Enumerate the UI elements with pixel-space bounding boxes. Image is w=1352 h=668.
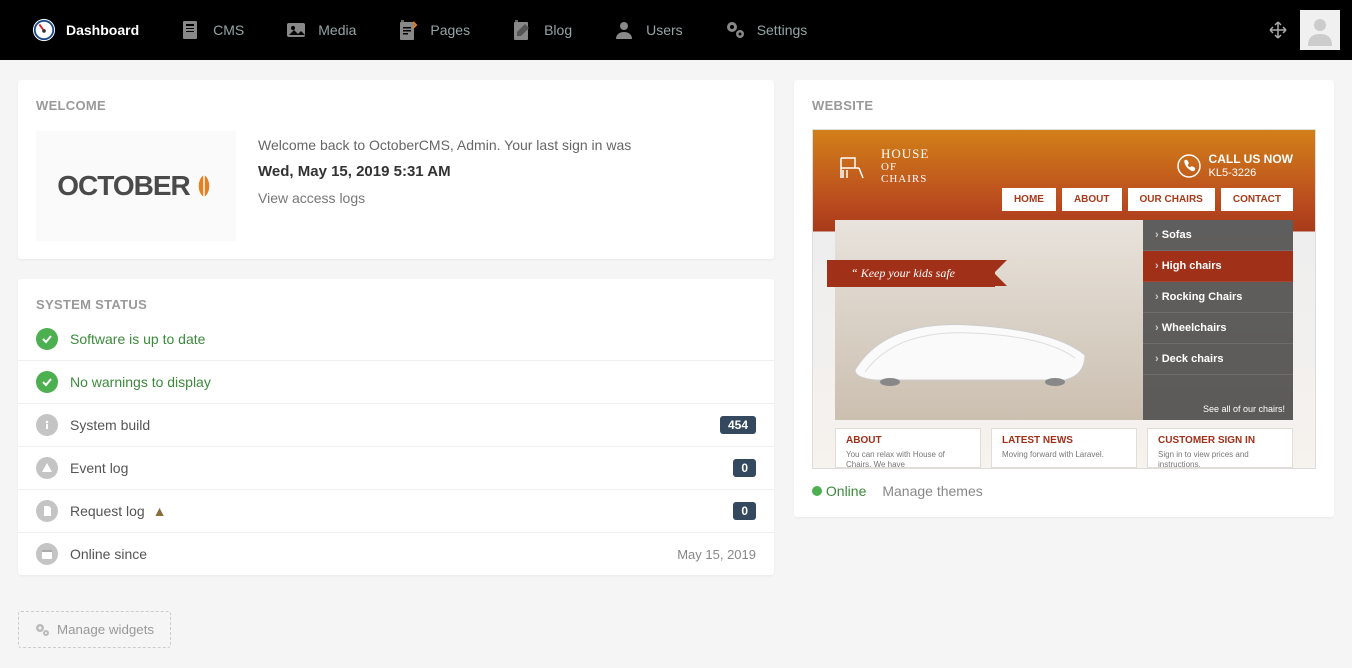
users-icon [612, 18, 636, 42]
october-logo: OCTOBER [36, 131, 236, 241]
alert-icon [36, 457, 58, 479]
status-row[interactable]: No warnings to display [18, 360, 774, 403]
calendar-icon [36, 543, 58, 565]
nav-label: Users [646, 22, 683, 38]
system-status-panel: SYSTEM STATUS Software is up to date No w… [18, 279, 774, 575]
website-preview: HOUSE OF CHAIRS CALL US NOW KL5-3226 HOM… [812, 129, 1316, 469]
nav-item-cms[interactable]: CMS [159, 0, 264, 60]
info-icon [36, 414, 58, 436]
sofa-image [845, 300, 1095, 390]
site-tab[interactable]: CONTACT [1221, 188, 1293, 211]
file-icon [36, 500, 58, 522]
status-row[interactable]: Event log 0 [18, 446, 774, 489]
footer-column: CUSTOMER SIGN IN Sign in to view prices a… [1147, 428, 1293, 468]
category-item[interactable]: Rocking Chairs [1143, 282, 1293, 313]
status-label: Software is up to date [70, 331, 756, 347]
status-label: System build [70, 417, 708, 433]
status-label: Request log ▲ [70, 503, 721, 519]
check-icon [36, 328, 58, 350]
user-avatar[interactable] [1300, 10, 1340, 50]
nav-label: Dashboard [66, 22, 139, 38]
move-icon[interactable] [1268, 20, 1288, 40]
online-status: Online [812, 483, 866, 499]
site-tab[interactable]: ABOUT [1062, 188, 1122, 211]
nav-item-settings[interactable]: Settings [703, 0, 828, 60]
left-column: WELCOME OCTOBER Welcome back to OctoberC… [18, 80, 774, 648]
phone-icon [1177, 154, 1201, 178]
system-status-title: SYSTEM STATUS [18, 279, 774, 312]
chair-icon [835, 148, 871, 184]
manage-themes-link[interactable]: Manage themes [882, 483, 982, 499]
nav-item-blog[interactable]: Blog [490, 0, 592, 60]
nav-label: Settings [757, 22, 808, 38]
leaf-icon [193, 173, 215, 199]
site-tab[interactable]: HOME [1002, 188, 1056, 211]
media-icon [284, 18, 308, 42]
view-access-logs-link[interactable]: View access logs [258, 190, 631, 206]
footer-column: LATEST NEWS Moving forward with Laravel. [991, 428, 1137, 468]
website-title: WEBSITE [794, 80, 1334, 113]
main: WELCOME OCTOBER Welcome back to OctoberC… [0, 60, 1352, 668]
nav-item-pages[interactable]: Pages [376, 0, 490, 60]
nav-item-media[interactable]: Media [264, 0, 376, 60]
logo-text: OCTOBER [57, 170, 190, 202]
status-label: No warnings to display [70, 374, 756, 390]
top-nav: Dashboard CMS Media Pages Blog [0, 0, 1352, 60]
welcome-title: WELCOME [18, 80, 774, 113]
cms-icon [179, 18, 203, 42]
col-text: Sign in to view prices and instructions. [1158, 450, 1282, 468]
nav-item-dashboard[interactable]: Dashboard [12, 0, 159, 60]
signin-date: Wed, May 15, 2019 5:31 AM [258, 163, 631, 180]
nav-right [1268, 10, 1340, 50]
nav-items: Dashboard CMS Media Pages Blog [12, 0, 1268, 60]
col-text: Moving forward with Laravel. [1002, 450, 1126, 460]
welcome-greeting: Welcome back to OctoberCMS, Admin. Your … [258, 137, 631, 153]
manage-widgets-label: Manage widgets [57, 622, 154, 637]
status-label: Event log [70, 460, 721, 476]
blog-icon [510, 18, 534, 42]
hero-area: “ Keep your kids safe SofasHigh chairsRo… [835, 220, 1293, 420]
status-row[interactable]: Software is up to date [18, 312, 774, 360]
see-all-link[interactable]: See all of our chairs! [1203, 404, 1285, 414]
category-sidebar: SofasHigh chairsRocking ChairsWheelchair… [1143, 220, 1293, 420]
cogs-icon [35, 623, 49, 637]
status-badge: 0 [733, 459, 756, 477]
site-tab[interactable]: OUR CHAIRS [1128, 188, 1215, 211]
nav-label: CMS [213, 22, 244, 38]
check-icon [36, 371, 58, 393]
warning-icon: ▲ [149, 503, 167, 519]
call-us: CALL US NOW KL5-3226 [1177, 153, 1293, 179]
hero-ribbon: “ Keep your kids safe [827, 260, 995, 287]
status-row[interactable]: System build 454 [18, 403, 774, 446]
col-heading: LATEST NEWS [1002, 435, 1126, 446]
website-panel: WEBSITE HOUSE OF CHAIRS [794, 80, 1334, 517]
nav-label: Media [318, 22, 356, 38]
online-dot-icon [812, 486, 822, 496]
status-row[interactable]: Request log ▲ 0 [18, 489, 774, 532]
category-item[interactable]: Wheelchairs [1143, 313, 1293, 344]
settings-icon [723, 18, 747, 42]
manage-widgets-button[interactable]: Manage widgets [18, 611, 171, 648]
dashboard-icon [32, 18, 56, 42]
category-item[interactable]: Deck chairs [1143, 344, 1293, 375]
status-value: May 15, 2019 [677, 547, 756, 562]
col-heading: CUSTOMER SIGN IN [1158, 435, 1282, 446]
status-badge: 454 [720, 416, 756, 434]
nav-label: Pages [430, 22, 470, 38]
status-label: Online since [70, 546, 665, 562]
pages-icon [396, 18, 420, 42]
category-item[interactable]: Sofas [1143, 220, 1293, 251]
col-heading: ABOUT [846, 435, 970, 446]
category-item[interactable]: High chairs [1143, 251, 1293, 282]
site-brand: HOUSE OF CHAIRS [835, 147, 929, 185]
nav-item-users[interactable]: Users [592, 0, 703, 60]
status-row[interactable]: Online since May 15, 2019 [18, 532, 774, 575]
nav-label: Blog [544, 22, 572, 38]
status-badge: 0 [733, 502, 756, 520]
col-text: You can relax with House of Chairs. We h… [846, 450, 970, 468]
welcome-panel: WELCOME OCTOBER Welcome back to OctoberC… [18, 80, 774, 259]
footer-column: ABOUT You can relax with House of Chairs.… [835, 428, 981, 468]
